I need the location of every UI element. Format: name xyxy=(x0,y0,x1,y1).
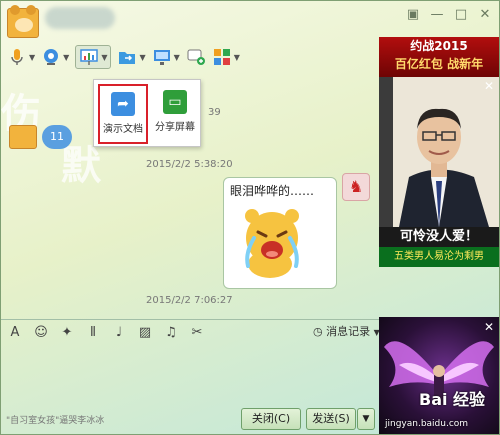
title-bar: ▣ — □ ✕ xyxy=(1,1,499,41)
avatar-face xyxy=(15,18,33,32)
share-screen-icon: ▭ xyxy=(163,90,187,114)
present-icon xyxy=(80,49,99,65)
chevron-down-icon[interactable]: ▼ xyxy=(174,53,180,62)
input-toolbar: A ☺ ✦ ⦀ ♩ ▨ ♫ ✂ xyxy=(7,321,205,343)
ad-subtitle: 百亿红包 战新年 xyxy=(394,57,484,71)
create-discussion-button[interactable] xyxy=(186,45,206,69)
microphone-icon xyxy=(11,49,23,65)
news-ticker-link[interactable]: "自习室女孩"逼哭李冰冰 xyxy=(6,413,104,426)
apps-button[interactable]: ▼ xyxy=(212,45,240,69)
picture-icon[interactable]: ▨ xyxy=(137,325,153,340)
monitor-icon xyxy=(153,50,170,65)
ad-banner: 约战2015 百亿红包 战新年 xyxy=(379,37,499,77)
chevron-down-icon[interactable]: ▼ xyxy=(29,53,35,62)
ad-caption: 可怜没人爱！ xyxy=(379,227,499,247)
message-count-badge: 11 xyxy=(42,125,72,149)
chevron-down-icon[interactable]: ▼ xyxy=(63,53,69,62)
webcam-icon xyxy=(44,49,59,65)
menu-item-label: 分享屏幕 xyxy=(155,122,195,133)
close-icon[interactable]: ✕ xyxy=(477,7,493,23)
contact-name-blurred xyxy=(45,7,115,29)
minimize-icon[interactable]: — xyxy=(429,7,445,23)
remote-demo-menu: ➦ 演示文档 ▭ 分享屏幕 xyxy=(93,79,201,147)
ad-panel-top[interactable]: 约战2015 百亿红包 战新年 可怜没人爱！ 五类男人易沦为剩男 ✕ xyxy=(379,37,499,267)
contact-avatar[interactable] xyxy=(7,5,39,38)
emoji-icon[interactable]: ☺ xyxy=(33,325,49,340)
message-history-button[interactable]: ◷ 消息记录 ▼ xyxy=(313,323,380,339)
menu-item-label: 演示文档 xyxy=(103,124,143,135)
font-icon[interactable]: A xyxy=(7,325,23,340)
remote-desktop-button[interactable]: ▼ xyxy=(152,45,180,69)
message-timestamp: 2015/2/2 5:38:20 xyxy=(146,159,233,170)
present-doc-icon: ➦ xyxy=(111,92,135,116)
chevron-down-icon[interactable]: ▼ xyxy=(101,53,107,62)
message-timestamp: 2015/2/2 7:06:27 xyxy=(146,295,233,306)
close-button[interactable]: 关闭(C) xyxy=(241,408,301,430)
close-icon[interactable]: ✕ xyxy=(482,79,496,93)
ad-caption-secondary: 五类男人易沦为剩男 xyxy=(379,247,499,267)
sender-avatar[interactable] xyxy=(9,125,37,149)
chat-window: ▣ — □ ✕ ▼ ▼ ▼ ▼ ▼ ▼ 伤 默 ➦ 演示文档 ▭ 分享屏幕 39… xyxy=(0,0,500,435)
ad-photo xyxy=(379,77,499,227)
chat-bubble: 眼泪哗哗的…… xyxy=(223,177,337,289)
footer: "自习室女孩"逼哭李冰冰 关闭(C) 发送(S) ▼ xyxy=(1,405,379,434)
shake-icon[interactable]: ⦀ xyxy=(85,325,101,340)
ad-panel-bottom[interactable]: ✕ xyxy=(379,317,499,434)
video-call-button[interactable]: ▼ xyxy=(41,45,69,69)
menu-item-present-doc[interactable]: ➦ 演示文档 xyxy=(98,84,148,144)
chevron-down-icon[interactable]: ▼ xyxy=(139,53,145,62)
remote-demo-button[interactable]: ▼ xyxy=(75,45,112,69)
avatar-ear xyxy=(10,5,20,15)
clock-icon: ◷ xyxy=(313,325,323,338)
screenshot-icon[interactable]: ✂ xyxy=(189,325,205,340)
qq-penguin-avatar[interactable]: ♞ xyxy=(342,173,370,201)
avatar-ear xyxy=(26,5,36,15)
baidu-watermark: Bai 经验 xyxy=(419,390,486,409)
crying-emoticon-icon[interactable] xyxy=(232,204,312,284)
message-timestamp-partial: 39 xyxy=(208,107,221,118)
apps-grid-icon xyxy=(213,49,230,65)
message-input[interactable] xyxy=(1,345,379,403)
game-wings-image xyxy=(384,341,494,405)
music-icon[interactable]: ♫ xyxy=(163,325,179,340)
history-label: 消息记录 xyxy=(326,325,371,338)
voice-call-button[interactable]: ▼ xyxy=(7,45,35,69)
magic-wand-icon[interactable]: ✦ xyxy=(59,325,75,340)
close-icon[interactable]: ✕ xyxy=(482,320,496,334)
folder-icon xyxy=(119,52,136,64)
add-chat-icon xyxy=(187,49,205,65)
message-text: 眼泪哗哗的…… xyxy=(230,184,315,198)
maximize-icon[interactable]: □ xyxy=(453,7,469,23)
divider xyxy=(1,319,379,320)
send-file-button[interactable]: ▼ xyxy=(117,45,146,69)
top-toolbar: ▼ ▼ ▼ ▼ ▼ ▼ xyxy=(7,43,240,71)
ad-title: 约战2015 xyxy=(410,39,468,53)
send-button[interactable]: 发送(S) xyxy=(306,408,356,430)
voice-icon[interactable]: ♩ xyxy=(111,325,127,340)
window-controls: ▣ — □ ✕ xyxy=(405,7,493,23)
skin-icon[interactable]: ▣ xyxy=(405,7,421,23)
chevron-down-icon[interactable]: ▼ xyxy=(234,53,240,62)
baidu-watermark-url: jingyan.baidu.com xyxy=(385,419,469,429)
menu-item-share-screen[interactable]: ▭ 分享屏幕 xyxy=(150,84,200,144)
send-options-button[interactable]: ▼ xyxy=(357,408,375,430)
